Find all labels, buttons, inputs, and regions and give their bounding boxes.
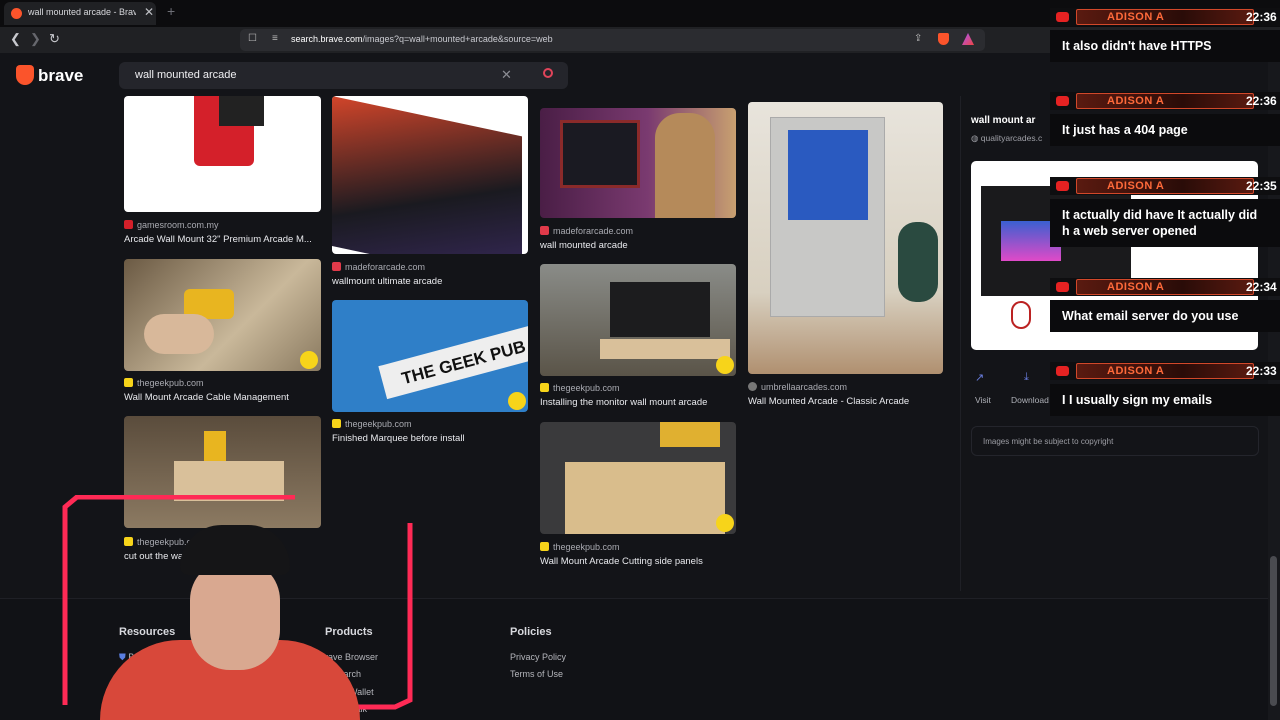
forward-icon[interactable]: ❯ xyxy=(30,31,41,47)
result-thumbnail[interactable] xyxy=(124,96,321,212)
chat-message: ADISON A 22:35 It actually did have It ac… xyxy=(1050,177,1280,277)
youtube-icon xyxy=(1056,181,1069,191)
youtube-icon xyxy=(1056,96,1069,106)
result-source[interactable]: thegeekpub.com xyxy=(332,419,412,429)
result-thumbnail[interactable]: THE GEEK PUB xyxy=(332,300,528,412)
footer-link[interactable]: Privacy Policy xyxy=(510,652,566,662)
streamer-webcam xyxy=(100,520,360,720)
chat-text: I I usually sign my emails xyxy=(1050,384,1280,416)
tab-title: wall mounted arcade - Brave Se xyxy=(28,7,136,17)
result-source[interactable]: thegeekpub.com xyxy=(124,378,204,388)
visit-button[interactable]: Visit xyxy=(975,395,991,405)
result-source[interactable]: madeforarcade.com xyxy=(332,262,425,272)
chat-username: ADISON A xyxy=(1076,363,1254,379)
chat-text: It actually did have It actually did h a… xyxy=(1050,199,1280,247)
chat-message: ADISON A 22:36 It just has a 404 page xyxy=(1050,92,1280,164)
share-icon[interactable]: ⇪ xyxy=(914,33,922,44)
clear-icon[interactable]: ✕ xyxy=(501,67,512,83)
chat-time: 22:36 xyxy=(1246,10,1277,24)
panel-title[interactable]: wall mount ar xyxy=(971,115,1035,126)
search-input[interactable]: wall mounted arcade xyxy=(135,69,237,81)
download-icon[interactable]: ⤓ xyxy=(1024,371,1029,384)
result-thumbnail[interactable] xyxy=(332,96,528,254)
url-text: search.brave.com/images?q=wall+mounted+a… xyxy=(291,34,553,44)
search-icon[interactable] xyxy=(543,68,553,78)
address-bar[interactable]: ☐ ≡ search.brave.com/images?q=wall+mount… xyxy=(240,29,985,51)
logo-text: brave xyxy=(38,66,84,85)
globe-icon: ◍ xyxy=(971,133,981,143)
close-tab-icon[interactable]: ✕ xyxy=(144,5,154,19)
result-caption[interactable]: wallmount ultimate arcade xyxy=(332,276,528,287)
panel-source[interactable]: ◍ qualityarcades.c xyxy=(971,133,1042,144)
reload-icon[interactable]: ↻ xyxy=(49,31,60,47)
result-thumbnail[interactable] xyxy=(540,108,736,218)
chat-message: ADISON A 22:36 It also didn't have HTTPS xyxy=(1050,8,1280,80)
bookmark-icon[interactable]: ☐ xyxy=(248,33,257,44)
youtube-icon xyxy=(1056,282,1069,292)
chat-text: It just has a 404 page xyxy=(1050,114,1280,146)
result-source[interactable]: umbrellaarcades.com xyxy=(748,382,847,392)
chat-message: ADISON A 22:34 What email server do you u… xyxy=(1050,278,1280,350)
search-box[interactable]: wall mounted arcade ✕ xyxy=(119,62,568,89)
footer-heading-policies: Policies xyxy=(510,626,552,638)
result-source[interactable]: madeforarcade.com xyxy=(540,226,633,236)
brave-rewards-icon[interactable] xyxy=(962,33,974,45)
youtube-icon xyxy=(1056,12,1069,22)
result-caption[interactable]: Finished Marquee before install xyxy=(332,433,528,444)
chat-username: ADISON A xyxy=(1076,279,1254,295)
result-caption[interactable]: Arcade Wall Mount 32" Premium Arcade M..… xyxy=(124,234,321,245)
youtube-icon xyxy=(1056,366,1069,376)
geekpub-badge-icon xyxy=(300,351,318,369)
result-caption[interactable]: Wall Mount Arcade Cable Management xyxy=(124,392,321,403)
chat-message: ADISON A 22:33 I I usually sign my emails xyxy=(1050,362,1280,434)
chat-username: ADISON A xyxy=(1076,9,1254,25)
result-caption[interactable]: wall mounted arcade xyxy=(540,240,736,251)
chat-time: 22:34 xyxy=(1246,280,1277,294)
download-button[interactable]: Download xyxy=(1011,395,1049,405)
result-caption[interactable]: Wall Mounted Arcade - Classic Arcade xyxy=(748,396,943,407)
result-thumbnail[interactable] xyxy=(540,264,736,376)
brave-favicon-icon xyxy=(11,8,22,19)
chat-time: 22:36 xyxy=(1246,94,1277,108)
visit-icon[interactable]: ↗ xyxy=(975,371,984,384)
result-source[interactable]: thegeekpub.com xyxy=(540,542,620,552)
result-source[interactable]: gamesroom.com.my xyxy=(124,220,219,230)
brave-lion-icon xyxy=(16,65,34,85)
chat-text: It also didn't have HTTPS xyxy=(1050,30,1280,62)
footer-link[interactable]: Terms of Use xyxy=(510,669,563,679)
result-caption[interactable]: Installing the monitor wall mount arcade xyxy=(540,397,736,408)
result-thumbnail[interactable] xyxy=(748,102,943,374)
result-thumbnail[interactable] xyxy=(540,422,736,534)
chat-time: 22:35 xyxy=(1246,179,1277,193)
chat-username: ADISON A xyxy=(1076,93,1254,109)
back-icon[interactable]: ❮ xyxy=(10,31,21,47)
copyright-text: Images might be subject to copyright xyxy=(983,437,1114,446)
chat-username: ADISON A xyxy=(1076,178,1254,194)
geekpub-badge-icon xyxy=(716,356,734,374)
geekpub-badge-icon xyxy=(508,392,526,410)
browser-tab[interactable]: wall mounted arcade - Brave Se ✕ xyxy=(4,2,156,25)
panel-divider xyxy=(960,96,961,591)
new-tab-icon[interactable]: + xyxy=(167,3,175,19)
geekpub-badge-icon xyxy=(716,514,734,532)
site-settings-icon[interactable]: ≡ xyxy=(272,33,278,44)
chat-text: What email server do you use xyxy=(1050,300,1280,332)
result-source[interactable]: thegeekpub.com xyxy=(540,383,620,393)
scrollbar-thumb[interactable] xyxy=(1270,556,1277,706)
result-thumbnail[interactable] xyxy=(124,259,321,371)
result-caption[interactable]: Wall Mount Arcade Cutting side panels xyxy=(540,556,736,567)
chat-time: 22:33 xyxy=(1246,364,1277,378)
brave-shields-icon[interactable] xyxy=(938,33,949,45)
